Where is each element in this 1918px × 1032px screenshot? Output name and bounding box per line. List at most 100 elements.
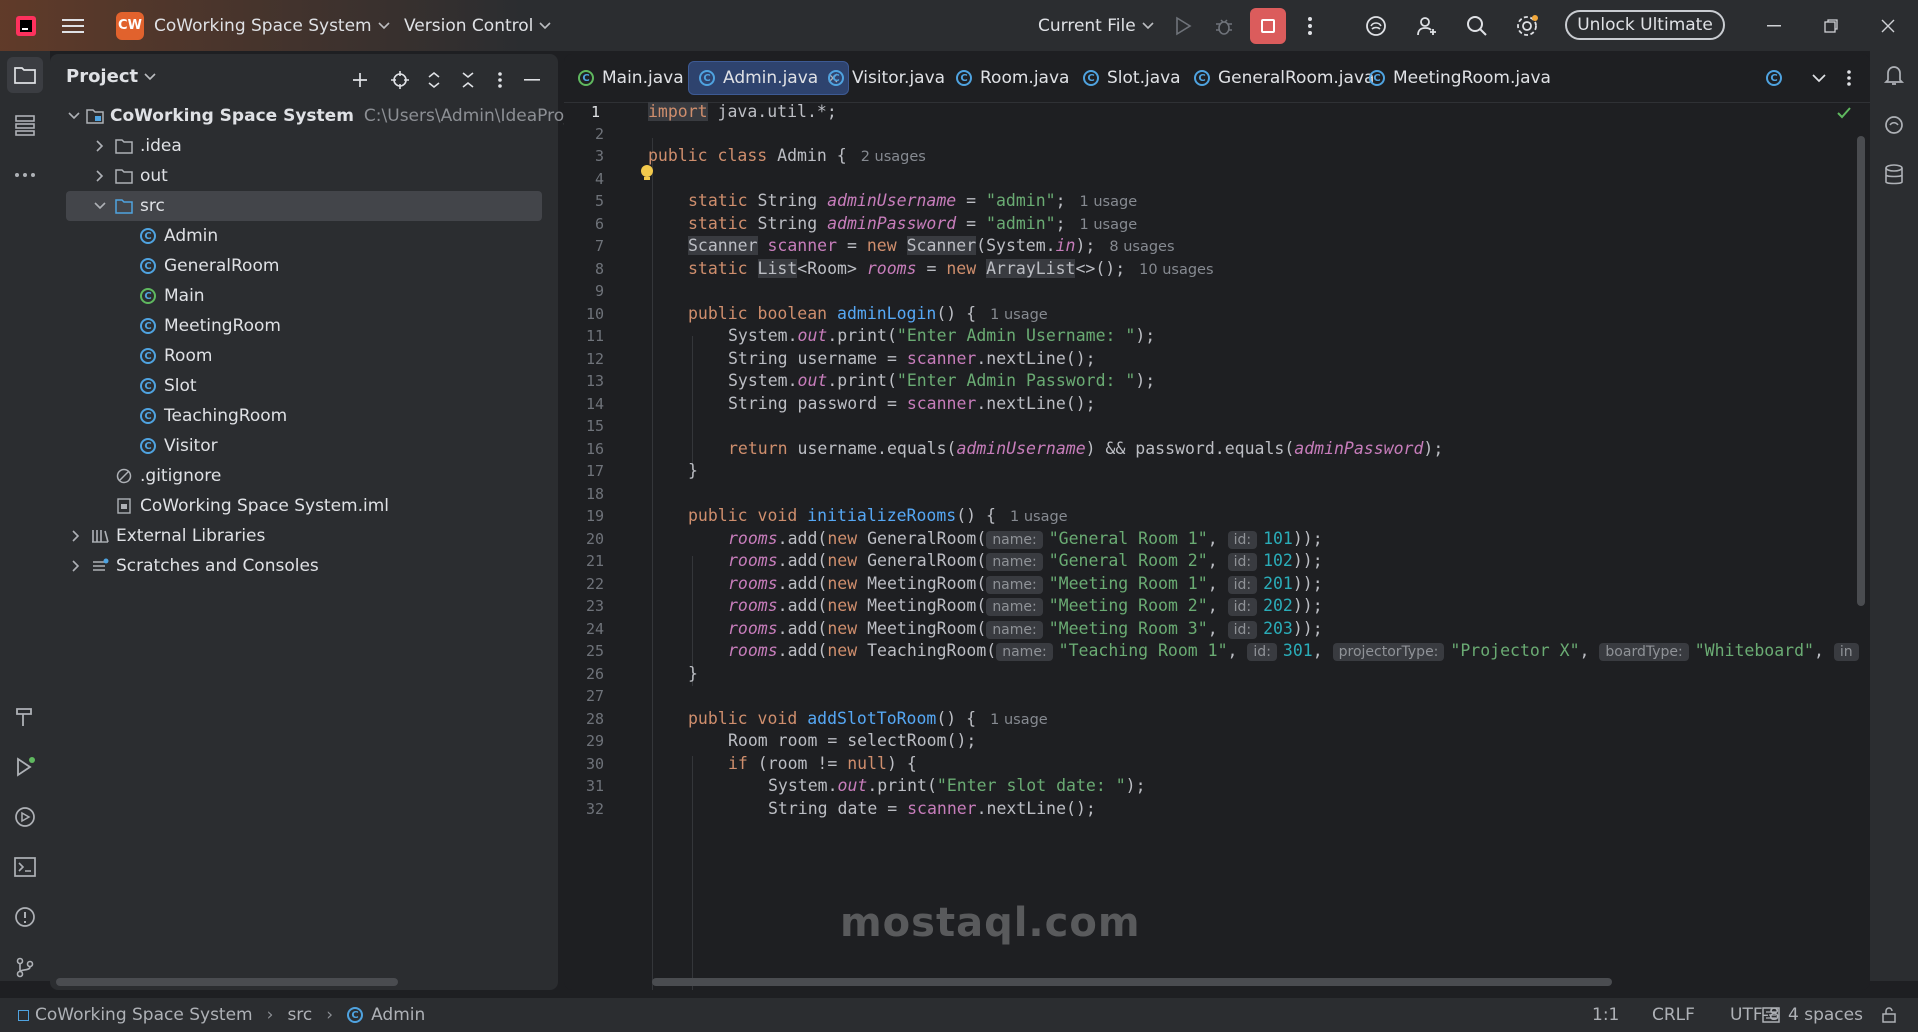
tree-item[interactable]: C GeneralRoom — [66, 251, 542, 281]
minimize-icon[interactable] — [1746, 0, 1802, 51]
editor-horizontal-scrollbar[interactable] — [652, 978, 1612, 986]
tree-item[interactable]: C Room — [66, 341, 542, 371]
line-number[interactable]: 4 — [564, 170, 604, 188]
search-icon[interactable] — [1463, 12, 1491, 40]
tabs-more-icon[interactable] — [1836, 61, 1862, 95]
tree-item[interactable]: .idea — [66, 131, 542, 161]
line-number[interactable]: 29 — [564, 732, 604, 750]
tree-item[interactable]: C TeachingRoom — [66, 401, 542, 431]
services-icon[interactable] — [7, 799, 43, 835]
ai-assistant-icon[interactable] — [1362, 12, 1390, 40]
tree-item[interactable]: C Slot — [66, 371, 542, 401]
project-panel-scrollbar[interactable] — [56, 978, 398, 986]
tree-item[interactable]: C MeetingRoom — [66, 311, 542, 341]
tree-item[interactable]: CoWorking Space System.iml — [66, 491, 542, 521]
chevron-down-icon[interactable] — [68, 112, 80, 120]
code-area[interactable]: 1 2 3 4 5 6 7 8 9 10 11 12 13 14 15 16 17 18 19 20 21 22 23 24 2… — [564, 102, 1859, 990]
code-with-me-icon[interactable] — [1413, 12, 1441, 40]
line-number[interactable]: 16 — [564, 440, 604, 458]
line-number[interactable]: 15 — [564, 417, 604, 435]
chevron-right-icon[interactable] — [92, 140, 108, 152]
expand-all-icon[interactable] — [422, 68, 446, 92]
git-branch-icon[interactable] — [7, 949, 43, 985]
tree-item[interactable]: CoWorking Space System C:\Users\Admin\Ide… — [66, 101, 595, 131]
line-number[interactable]: 30 — [564, 755, 604, 773]
indent-settings[interactable]: 4 spaces — [1762, 998, 1863, 1032]
line-number[interactable]: 5 — [564, 192, 604, 210]
read-only-lock-icon[interactable] — [1880, 998, 1898, 1032]
tree-item[interactable]: C Visitor — [66, 431, 542, 461]
line-number[interactable]: 13 — [564, 372, 604, 390]
editor-vertical-scrollbar[interactable] — [1857, 136, 1865, 606]
settings-gear-icon[interactable] — [1513, 12, 1541, 40]
chevron-right-icon[interactable] — [68, 560, 84, 572]
restore-icon[interactable] — [1803, 0, 1859, 51]
line-number[interactable]: 31 — [564, 777, 604, 795]
caret-position[interactable]: 1:1 — [1592, 998, 1619, 1032]
ai-chat-icon[interactable] — [1876, 107, 1912, 143]
breadcrumb-class[interactable]: Admin — [371, 1005, 425, 1025]
tab-visitor-java[interactable]: C Visitor.java — [818, 61, 955, 95]
version-control-menu[interactable]: Version Control — [404, 0, 551, 51]
line-number[interactable]: 24 — [564, 620, 604, 638]
more-tools-icon[interactable] — [7, 157, 43, 193]
tree-item[interactable]: src — [66, 191, 542, 221]
line-number[interactable]: 14 — [564, 395, 604, 413]
locate-target-icon[interactable] — [388, 68, 412, 92]
project-panel-title[interactable]: Project — [66, 66, 156, 87]
line-number[interactable]: 6 — [564, 215, 604, 233]
more-tab-class-icon[interactable]: C — [1760, 61, 1796, 95]
close-icon[interactable] — [1860, 0, 1916, 51]
line-number[interactable]: 12 — [564, 350, 604, 368]
tab-slot-java[interactable]: C Slot.java — [1073, 61, 1191, 95]
line-number[interactable]: 22 — [564, 575, 604, 593]
tree-item[interactable]: Scratches and Consoles — [66, 551, 542, 581]
line-number[interactable]: 32 — [564, 800, 604, 818]
line-number[interactable]: 8 — [564, 260, 604, 278]
line-number[interactable]: 26 — [564, 665, 604, 683]
line-separator[interactable]: CRLF — [1652, 998, 1695, 1032]
intention-bulb-icon[interactable] — [637, 162, 657, 184]
tab-room-java[interactable]: C Room.java — [946, 61, 1079, 95]
line-number[interactable]: 10 — [564, 305, 604, 323]
options-kebab-icon[interactable] — [488, 68, 512, 92]
tree-item[interactable]: External Libraries — [66, 521, 542, 551]
line-number[interactable]: 21 — [564, 552, 604, 570]
debug-icon[interactable] — [1210, 12, 1238, 40]
tree-item[interactable]: out — [66, 161, 542, 191]
collapse-all-icon[interactable] — [456, 68, 480, 92]
database-icon[interactable] — [1876, 157, 1912, 193]
tab-generalroom-java[interactable]: C GeneralRoom.java — [1184, 61, 1384, 95]
line-number[interactable]: 11 — [564, 327, 604, 345]
tab-meetingroom-java[interactable]: C MeetingRoom.java — [1359, 61, 1561, 95]
main-menu-icon[interactable] — [59, 12, 87, 40]
structure-icon[interactable] — [7, 107, 43, 143]
line-number[interactable]: 25 — [564, 642, 604, 660]
line-number[interactable]: 7 — [564, 237, 604, 255]
tab-list-chevron-icon[interactable] — [1802, 61, 1836, 95]
hide-panel-icon[interactable] — [520, 68, 544, 92]
line-number[interactable]: 2 — [564, 125, 604, 143]
terminal-icon[interactable] — [7, 849, 43, 885]
breadcrumb-project[interactable]: CoWorking Space System — [35, 1005, 253, 1025]
new-file-plus-icon[interactable] — [348, 68, 372, 92]
notifications-bell-icon[interactable] — [1876, 57, 1912, 93]
breadcrumb-src[interactable]: src — [287, 1005, 312, 1025]
project-tool-folder-icon[interactable] — [7, 57, 43, 93]
intellij-logo-icon[interactable] — [12, 12, 40, 40]
run-icon[interactable] — [1169, 12, 1197, 40]
stop-button[interactable] — [1250, 8, 1286, 44]
unlock-ultimate-button[interactable]: Unlock Ultimate — [1565, 10, 1725, 40]
tab-main-java[interactable]: C Main.java — [568, 61, 694, 95]
line-number[interactable]: 23 — [564, 597, 604, 615]
line-number[interactable]: 9 — [564, 282, 604, 300]
line-number[interactable]: 20 — [564, 530, 604, 548]
tree-item[interactable]: C Main — [66, 281, 542, 311]
line-number[interactable]: 28 — [564, 710, 604, 728]
run-tool-icon[interactable] — [7, 749, 43, 785]
more-actions-icon[interactable] — [1296, 12, 1324, 40]
build-hammer-icon[interactable] — [7, 699, 43, 735]
run-config-selector[interactable]: Current File — [1038, 0, 1154, 51]
tree-item[interactable]: C Admin — [66, 221, 542, 251]
chevron-right-icon[interactable] — [92, 170, 108, 182]
